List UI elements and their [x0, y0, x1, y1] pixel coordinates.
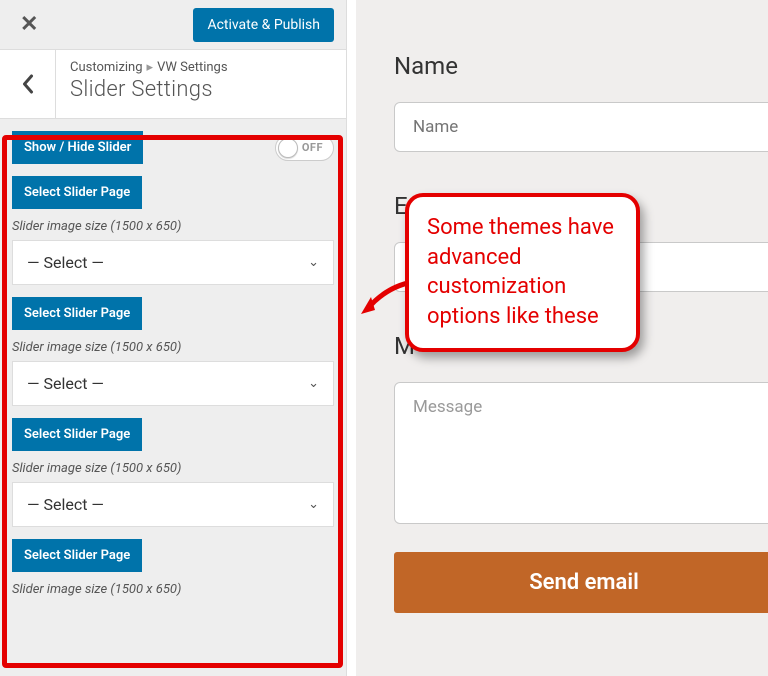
annotation-callout: Some themes have advanced customization … [405, 193, 640, 352]
select-value: — Select — [27, 253, 104, 272]
name-field-block: Name [394, 52, 768, 152]
customizer-sidebar: ✕ Activate & Publish Customizing ▸VW Sett… [0, 0, 347, 676]
activate-publish-button[interactable]: Activate & Publish [193, 8, 334, 42]
select-slider-page-button[interactable]: Select Slider Page [12, 539, 142, 572]
top-bar: ✕ Activate & Publish [0, 0, 346, 50]
chevron-down-icon: ⌄ [308, 376, 319, 391]
chevron-down-icon: ⌄ [308, 497, 319, 512]
section-title: Slider Settings [70, 77, 228, 102]
toggle-knob-icon [278, 138, 298, 158]
message-field-block: M Message [394, 332, 768, 524]
chevron-down-icon: ⌄ [308, 255, 319, 270]
slider-size-hint: Slider image size (1500 x 650) [12, 461, 334, 476]
slider-group: Select Slider Page Slider image size (15… [12, 297, 334, 406]
back-button[interactable] [0, 50, 56, 118]
show-hide-slider-button[interactable]: Show / Hide Slider [12, 131, 143, 164]
annotation-callout-text: Some themes have advanced customization … [427, 213, 618, 332]
breadcrumb-section: VW Settings [157, 60, 228, 75]
select-value: — Select — [27, 374, 104, 393]
breadcrumb-separator-icon: ▸ [147, 60, 154, 75]
select-slider-page-button[interactable]: Select Slider Page [12, 297, 142, 330]
slider-group: Select Slider Page Slider image size (15… [12, 539, 334, 597]
select-slider-page-button[interactable]: Select Slider Page [12, 418, 142, 451]
slider-toggle[interactable]: OFF [275, 135, 334, 161]
select-value: — Select — [27, 495, 104, 514]
breadcrumb-area: Customizing ▸VW Settings Slider Settings [56, 50, 242, 112]
toggle-row: Show / Hide Slider OFF [12, 131, 334, 164]
slider-size-hint: Slider image size (1500 x 650) [12, 340, 334, 355]
slider-size-hint: Slider image size (1500 x 650) [12, 582, 334, 597]
send-email-button[interactable]: Send email [394, 552, 768, 613]
slider-page-select[interactable]: — Select — ⌄ [12, 482, 334, 527]
slider-page-select[interactable]: — Select — ⌄ [12, 361, 334, 406]
message-input[interactable]: Message [394, 382, 768, 524]
chevron-left-icon [21, 74, 34, 94]
breadcrumb-parent: Customizing [70, 60, 143, 75]
name-label: Name [394, 52, 768, 80]
slider-size-hint: Slider image size (1500 x 650) [12, 219, 334, 234]
close-button[interactable]: ✕ [12, 8, 46, 41]
select-slider-page-button[interactable]: Select Slider Page [12, 176, 142, 209]
slider-group: Select Slider Page Slider image size (15… [12, 176, 334, 285]
section-header: Customizing ▸VW Settings Slider Settings [0, 50, 346, 119]
toggle-state-label: OFF [302, 141, 327, 154]
slider-page-select[interactable]: — Select — ⌄ [12, 240, 334, 285]
slider-group: Select Slider Page Slider image size (15… [12, 418, 334, 527]
breadcrumb: Customizing ▸VW Settings [70, 60, 228, 75]
controls-list: Show / Hide Slider OFF Select Slider Pag… [0, 119, 346, 597]
name-input[interactable] [394, 102, 768, 152]
